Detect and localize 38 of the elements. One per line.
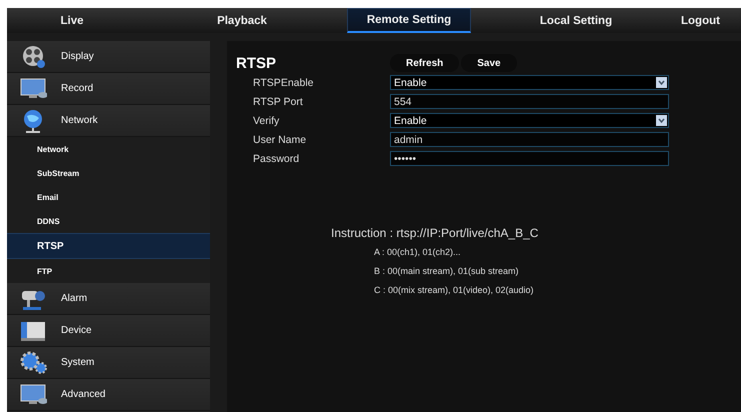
- sidebar-subitem[interactable]: Network: [7, 137, 210, 161]
- sidebar-subitem[interactable]: RTSP: [7, 233, 210, 259]
- nav-tab[interactable]: Local Setting: [471, 8, 681, 33]
- sidebar-item[interactable]: Network: [7, 105, 210, 137]
- sidebar-item[interactable]: Advanced: [7, 379, 210, 411]
- nav-tab[interactable]: Logout: [681, 8, 741, 33]
- sidebar-item[interactable]: System: [7, 347, 210, 379]
- field-label: RTSPEnable: [252, 76, 315, 88]
- sidebar-item[interactable]: Record: [7, 73, 210, 105]
- input-field[interactable]: 554: [390, 94, 669, 109]
- sidebar-subitem[interactable]: Email: [7, 185, 210, 209]
- instruction-text: Instruction : rtsp://IP:Port/live/chA_B_C: [331, 226, 540, 240]
- dropdown[interactable]: Enable: [390, 113, 669, 128]
- field-label: Verify: [252, 114, 280, 126]
- sidebar-subitem[interactable]: DDNS: [7, 209, 210, 233]
- sidebar-subitem[interactable]: SubStream: [7, 161, 210, 185]
- password-field[interactable]: ••••••: [390, 151, 669, 166]
- field-label: User Name: [252, 134, 308, 146]
- instruction-note: C : 00(mix stream), 01(video), 02(audio): [374, 285, 535, 297]
- gears-icon: [19, 350, 47, 376]
- field-label: Password: [252, 152, 300, 164]
- sidebar-item[interactable]: Alarm: [7, 283, 210, 315]
- panel-title: RTSP: [236, 54, 278, 72]
- nav-tab[interactable]: Playback: [137, 8, 347, 33]
- input-field[interactable]: admin: [390, 132, 669, 147]
- chevron-down-icon: [656, 115, 667, 126]
- instruction-note: A : 00(ch1), 01(ch2)...: [374, 247, 462, 259]
- action-button[interactable]: Save: [461, 54, 517, 72]
- action-button[interactable]: Refresh: [390, 54, 460, 72]
- sidebar-item[interactable]: Device: [7, 315, 210, 347]
- nav-tab[interactable]: Live: [7, 8, 137, 33]
- dropdown[interactable]: Enable: [390, 75, 669, 90]
- nav-tab[interactable]: Remote Setting: [347, 8, 471, 33]
- instruction-note: B : 00(main stream), 01(sub stream): [374, 266, 520, 278]
- field-label: RTSP Port: [252, 96, 304, 108]
- chevron-down-icon: [656, 77, 667, 88]
- sidebar-item[interactable]: Display: [7, 41, 210, 73]
- sidebar-subitem[interactable]: FTP: [7, 259, 210, 283]
